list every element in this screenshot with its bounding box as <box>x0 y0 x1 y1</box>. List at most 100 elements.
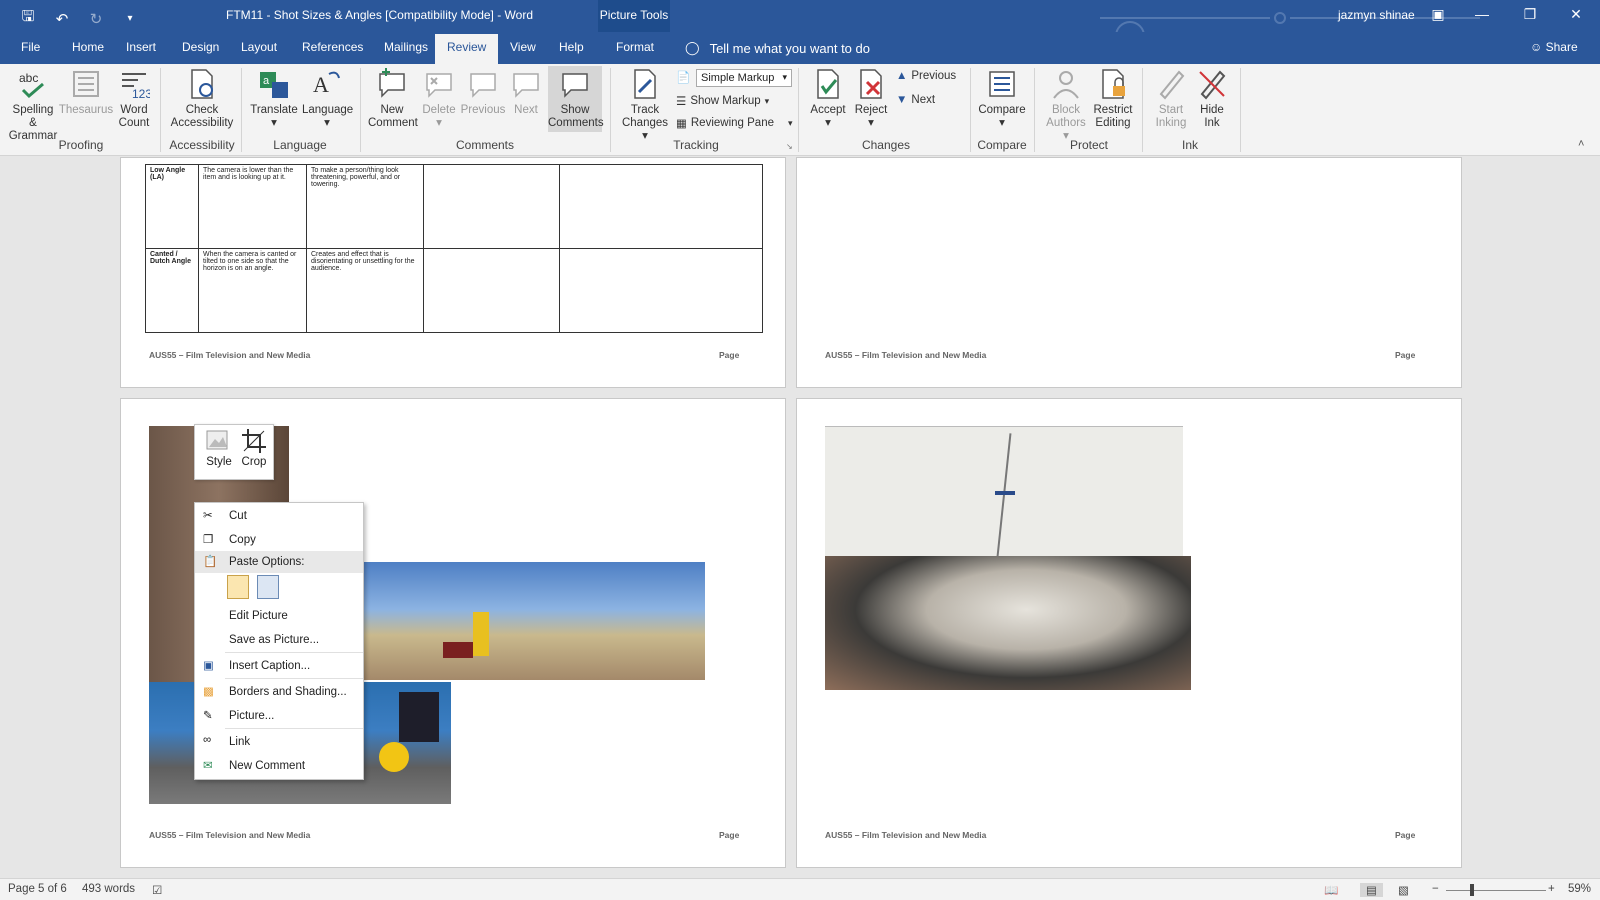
zoom-slider[interactable] <box>1446 890 1546 891</box>
picture-style-icon <box>206 430 228 450</box>
table-cell[interactable]: Canted / Dutch Angle <box>145 248 199 333</box>
tab-home[interactable]: Home <box>72 40 104 54</box>
zoom-in-icon[interactable]: + <box>1548 883 1555 895</box>
next-change-button[interactable]: ▼ Next <box>896 94 935 106</box>
tab-insert[interactable]: Insert <box>126 40 156 54</box>
delete-comment-button[interactable]: Delete ▾ <box>418 68 460 130</box>
picture-mini-toolbar: Style Crop <box>194 424 274 480</box>
previous-change-button[interactable]: ▲ Previous <box>896 70 956 82</box>
menu-item-cut[interactable]: ✂ Cut <box>195 505 363 527</box>
tab-view[interactable]: View <box>510 40 536 54</box>
start-inking-button[interactable]: Start Inking <box>1150 68 1192 130</box>
spelling-grammar-button[interactable]: abc Spelling & Grammar <box>8 68 58 143</box>
undo-icon[interactable]: ↶ <box>52 10 72 28</box>
table-cell[interactable] <box>559 164 763 249</box>
restore-icon[interactable]: ❐ <box>1520 6 1540 23</box>
table-cell[interactable]: When the camera is canted or tilted to o… <box>198 248 307 333</box>
ribbon-separator <box>1034 68 1035 152</box>
show-markup-button[interactable]: ☰ Show Markup ▾ <box>676 94 769 108</box>
menu-item-borders-shading[interactable]: ▩ Borders and Shading... <box>195 681 363 703</box>
picture-figure <box>399 692 439 742</box>
menu-item-insert-caption[interactable]: ▣ Insert Caption... <box>195 655 363 677</box>
ribbon-tabs: File Home Insert Design Layout Reference… <box>0 32 1600 64</box>
picture-tower[interactable] <box>825 426 1183 556</box>
save-icon[interactable]: 🖫 <box>18 6 38 31</box>
menu-item-link[interactable]: ∞ Link <box>195 731 363 753</box>
restrict-editing-button[interactable]: Restrict Editing <box>1090 68 1136 130</box>
style-button[interactable]: Style <box>201 429 237 468</box>
web-layout-icon[interactable]: ▧ <box>1398 883 1409 897</box>
show-comments-button[interactable]: Show Comments <box>548 66 604 132</box>
share-button[interactable]: ☺ Share <box>1530 40 1578 54</box>
compare-button[interactable]: Compare ▾ <box>978 68 1026 130</box>
tab-design[interactable]: Design <box>182 40 219 54</box>
menu-item-copy[interactable]: ❐ Copy <box>195 529 363 551</box>
word-count-button[interactable]: 123 Word Count <box>114 68 154 130</box>
paste-keep-formatting-icon[interactable] <box>227 575 249 599</box>
tracking-options-launcher-icon[interactable]: ↘ <box>786 142 793 151</box>
table-cell[interactable]: Creates and effect that is disorientatin… <box>306 248 424 333</box>
ribbon-display-options-icon[interactable]: ▣ <box>1428 6 1448 23</box>
translate-button[interactable]: a Translate ▾ <box>248 68 300 130</box>
table-cell[interactable] <box>423 248 560 333</box>
tab-layout[interactable]: Layout <box>241 40 277 54</box>
reject-button[interactable]: Reject ▾ <box>850 68 892 130</box>
paste-picture-icon[interactable] <box>257 575 279 599</box>
page-4[interactable]: AUS55 – Film Television and New Media Pa… <box>796 157 1462 388</box>
svg-text:123: 123 <box>132 87 150 100</box>
menu-item-new-comment[interactable]: ✉ New Comment <box>195 755 363 777</box>
menu-item-picture[interactable]: ✎ Picture... <box>195 705 363 727</box>
page-3[interactable]: Low Angle (LA) The camera is lower than … <box>120 157 786 388</box>
ribbon-separator <box>241 68 242 152</box>
previous-comment-button[interactable]: Previous <box>460 68 506 117</box>
print-layout-icon[interactable]: ▤ <box>1360 883 1383 897</box>
status-bar: Page 5 of 6 493 words ☑ 📖 ▤ ▧ − + 59% <box>0 878 1600 900</box>
tab-format[interactable]: Format <box>616 40 654 54</box>
proofing-status-icon[interactable]: ☑ <box>152 883 162 897</box>
tab-help[interactable]: Help <box>559 40 584 54</box>
group-label-proofing: Proofing <box>58 138 104 152</box>
link-icon: ∞ <box>203 734 212 746</box>
read-mode-icon[interactable]: 📖 <box>1324 883 1338 897</box>
tell-me-box[interactable]: ◯ Tell me what you want to do <box>685 40 870 56</box>
table-cell[interactable]: To make a person/thing look threatening,… <box>306 164 424 249</box>
check-accessibility-button[interactable]: Check Accessibility <box>170 68 234 130</box>
close-icon[interactable]: ✕ <box>1566 6 1586 23</box>
zoom-level[interactable]: 59% <box>1568 883 1591 895</box>
collapse-ribbon-icon[interactable]: ˄ <box>1578 138 1584 150</box>
redo-icon[interactable]: ↻ <box>86 10 106 28</box>
block-authors-button[interactable]: Block Authors ▾ <box>1042 68 1090 143</box>
table-cell[interactable]: The camera is lower than the item and is… <box>198 164 307 249</box>
tab-mailings[interactable]: Mailings <box>384 40 428 54</box>
language-button[interactable]: A Language ▾ <box>302 68 353 130</box>
customize-qat-icon[interactable]: ▾ <box>120 13 140 24</box>
page-6[interactable]: AUS55 – Film Television and New Media Pa… <box>796 398 1462 868</box>
crop-button[interactable]: Crop <box>237 429 271 468</box>
menu-item-edit-picture[interactable]: Edit Picture <box>195 605 363 627</box>
minimize-icon[interactable]: — <box>1472 6 1492 22</box>
word-count-indicator[interactable]: 493 words <box>82 883 135 895</box>
menu-item-save-as-picture[interactable]: Save as Picture... <box>195 629 363 651</box>
title-bar: 🖫 ↶ ↻ ▾ FTM11 - Shot Sizes & Angles [Com… <box>0 0 1600 64</box>
table-cell[interactable]: Low Angle (LA) <box>145 164 199 249</box>
user-name[interactable]: jazmyn shinae <box>1338 8 1415 22</box>
picture-desert[interactable] <box>313 562 705 680</box>
zoom-slider-thumb[interactable] <box>1470 884 1474 896</box>
tab-review[interactable]: Review <box>435 34 499 64</box>
accept-button[interactable]: Accept ▾ <box>806 68 850 130</box>
page-indicator[interactable]: Page 5 of 6 <box>8 883 67 895</box>
tab-file[interactable]: File <box>21 40 40 54</box>
table-cell[interactable] <box>559 248 763 333</box>
picture-hands[interactable] <box>825 556 1191 690</box>
chevron-down-icon: ▾ <box>787 117 793 128</box>
hide-ink-button[interactable]: Hide Ink <box>1194 68 1230 130</box>
zoom-out-icon[interactable]: − <box>1432 883 1439 895</box>
thesaurus-button[interactable]: Thesaurus <box>58 68 114 117</box>
next-comment-button[interactable]: Next <box>508 68 544 117</box>
track-changes-button[interactable]: Track Changes ▾ <box>618 68 672 143</box>
tab-references[interactable]: References <box>302 40 363 54</box>
reviewing-pane-button[interactable]: ▦ Reviewing Pane ▾ <box>676 116 793 130</box>
new-comment-button[interactable]: New Comment <box>368 68 418 130</box>
table-cell[interactable] <box>423 164 560 249</box>
markup-dropdown[interactable]: Simple Markup ▾ <box>696 69 792 87</box>
